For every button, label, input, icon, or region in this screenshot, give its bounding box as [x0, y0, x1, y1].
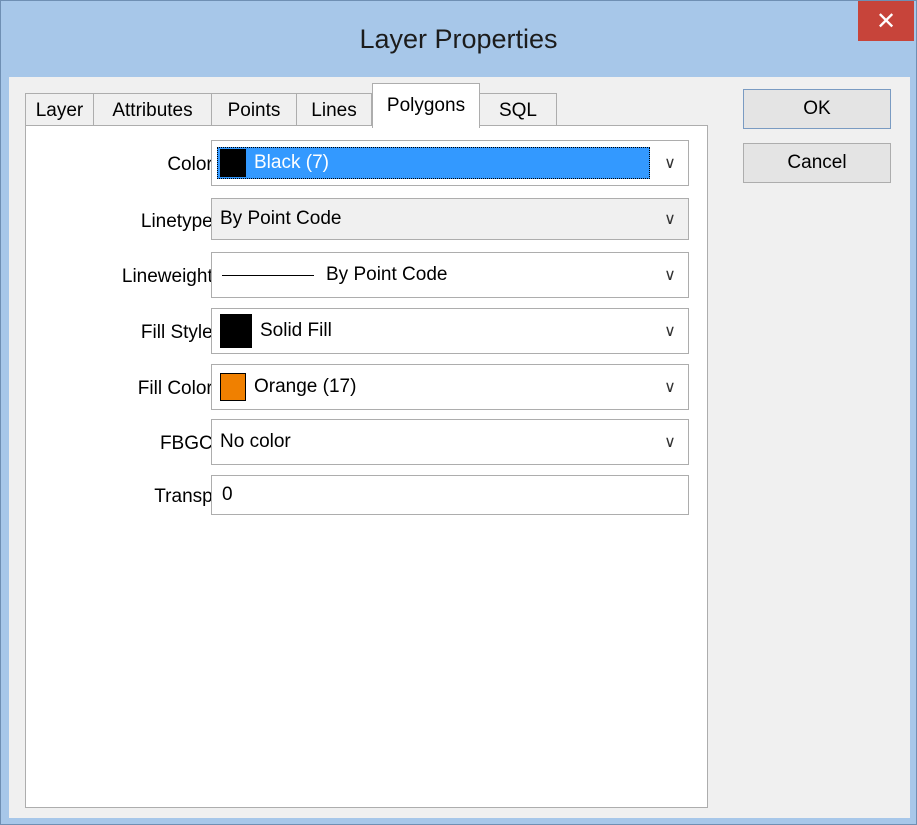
polygons-tab-panel: Color: Black (7) ∨ Linetype: By Point Co… [25, 125, 708, 808]
cancel-button[interactable]: Cancel [743, 143, 891, 183]
fbgc-label: FBGC: [159, 433, 218, 454]
linetype-select[interactable]: By Point Code ∨ [211, 198, 689, 240]
close-icon: ✕ [875, 7, 897, 35]
color-swatch [220, 149, 246, 177]
fill-color-value: Orange (17) [254, 376, 357, 397]
lineweight-select[interactable]: By Point Code ∨ [211, 252, 689, 298]
fbgc-select[interactable]: No color ∨ [211, 419, 689, 465]
tab-lines[interactable]: Lines [296, 93, 372, 127]
chevron-down-icon[interactable]: ∨ [660, 420, 680, 464]
title-bar[interactable]: Layer Properties ✕ [1, 1, 916, 81]
chevron-down-icon[interactable]: ∨ [660, 199, 680, 239]
fill-color-select[interactable]: Orange (17) ∨ [211, 364, 689, 410]
fill-color-label: Fill Color: [137, 378, 218, 399]
fill-style-label: Fill Style: [140, 322, 218, 343]
tab-sql[interactable]: SQL [479, 93, 557, 127]
fbgc-value: No color [220, 431, 291, 452]
chevron-down-icon[interactable]: ∨ [660, 309, 680, 353]
lineweight-label: Lineweight: [121, 266, 218, 287]
linetype-label: Linetype: [140, 211, 218, 232]
fill-color-swatch [220, 373, 246, 401]
layer-properties-dialog: Layer Properties ✕ Layer Attributes Poin… [0, 0, 917, 825]
line-weight-sample [222, 274, 314, 276]
ok-button[interactable]: OK [743, 89, 891, 129]
chevron-down-icon[interactable]: ∨ [660, 141, 680, 185]
tab-attributes[interactable]: Attributes [93, 93, 212, 127]
transp-input[interactable]: 0 [211, 475, 689, 515]
window-title: Layer Properties [359, 24, 558, 54]
dialog-client-area: Layer Attributes Points Lines Polygons S… [9, 77, 910, 818]
chevron-down-icon[interactable]: ∨ [660, 253, 680, 297]
fill-style-value: Solid Fill [260, 320, 332, 341]
tab-polygons[interactable]: Polygons [372, 83, 480, 128]
linetype-value: By Point Code [220, 208, 342, 229]
lineweight-value: By Point Code [326, 264, 448, 285]
color-select[interactable]: Black (7) ∨ [211, 140, 689, 186]
color-value: Black (7) [254, 152, 329, 173]
fill-style-swatch [220, 314, 252, 348]
tab-points[interactable]: Points [211, 93, 297, 127]
transp-label: Transp: [154, 486, 218, 507]
chevron-down-icon[interactable]: ∨ [660, 365, 680, 409]
fill-style-select[interactable]: Solid Fill ∨ [211, 308, 689, 354]
tab-layer[interactable]: Layer [25, 93, 94, 127]
close-button[interactable]: ✕ [858, 1, 914, 41]
